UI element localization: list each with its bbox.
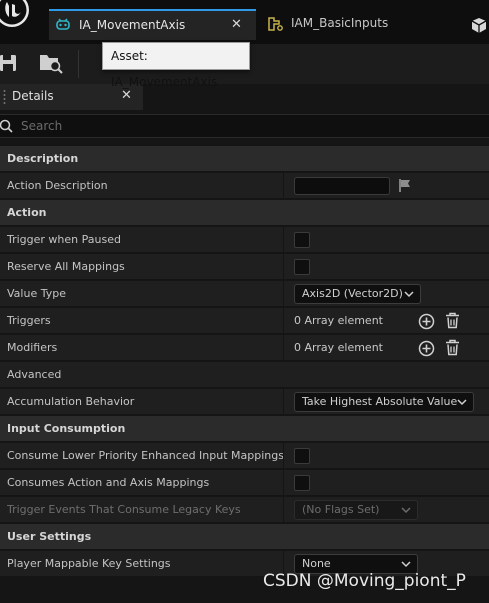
property-label: Player Mappable Key Settings [7, 557, 171, 570]
cube-icon[interactable] [470, 16, 489, 35]
chevron-down-icon [401, 507, 411, 514]
chevron-down-icon [401, 561, 411, 568]
property-label: Value Type [7, 287, 66, 300]
category-action[interactable]: Action [0, 200, 489, 226]
delete-icon[interactable] [445, 339, 460, 356]
browse-icon[interactable] [38, 51, 66, 75]
category-input-consumption[interactable]: Input Consumption [0, 416, 489, 442]
tab-iam-basicinputs[interactable]: IAM_BasicInputs [262, 9, 432, 40]
column-divider[interactable] [283, 227, 284, 253]
delete-icon[interactable] [445, 312, 460, 329]
chevron-down-icon [404, 291, 414, 298]
property-triggers: Triggers 0 Array element [0, 308, 489, 334]
column-divider[interactable] [283, 389, 284, 415]
column-divider[interactable] [283, 173, 284, 199]
column-divider[interactable] [283, 470, 284, 496]
tab-label: IA_MovementAxis [79, 18, 186, 32]
reserve-all-mappings-checkbox[interactable] [294, 259, 310, 275]
asset-tooltip: Asset: IA_MovementAxis [102, 42, 250, 89]
property-label: Trigger Events That Consume Legacy Keys [7, 503, 241, 516]
accumulation-behavior-dropdown[interactable]: Take Highest Absolute Value [294, 392, 474, 412]
search-placeholder: Search [21, 119, 63, 133]
property-trigger-events-legacy: Trigger Events That Consume Legacy Keys … [0, 497, 489, 523]
asset-tab-strip: IA_MovementAxis ✕ IAM_BasicInputs [0, 0, 489, 44]
property-label: Triggers [7, 314, 51, 327]
close-icon[interactable]: ✕ [231, 17, 242, 32]
property-modifiers: Modifiers 0 Array element [0, 335, 489, 361]
tab-label: IAM_BasicInputs [291, 16, 389, 30]
column-divider[interactable] [283, 443, 284, 469]
dropdown-value: None [302, 557, 331, 570]
category-label: Description [7, 152, 79, 165]
dropdown-value: (No Flags Set) [302, 503, 380, 516]
column-divider[interactable] [283, 308, 284, 334]
save-icon[interactable] [0, 52, 20, 74]
property-accumulation-behavior: Accumulation Behavior Take Highest Absol… [0, 389, 489, 415]
dropdown-value: Take Highest Absolute Value [302, 395, 458, 408]
chevron-down-icon [457, 399, 467, 406]
category-user-settings[interactable]: User Settings [0, 524, 489, 550]
consumes-action-axis-checkbox[interactable] [294, 475, 310, 491]
add-icon[interactable] [418, 340, 435, 357]
watermark-text: CSDN @Moving_piont_P [263, 571, 466, 591]
category-label: Action [7, 206, 47, 219]
dropdown-value: Axis2D (Vector2D) [302, 287, 403, 300]
array-count: 0 Array element [294, 341, 383, 354]
property-consume-lower-priority: Consume Lower Priority Enhanced Input Ma… [0, 443, 489, 469]
column-divider[interactable] [283, 335, 284, 361]
category-description[interactable]: Description [0, 146, 489, 172]
section-advanced[interactable]: Advanced [0, 362, 489, 388]
unreal-logo-icon[interactable] [0, 0, 36, 36]
property-label: Modifiers [7, 341, 58, 354]
search-input[interactable]: Search [0, 114, 489, 138]
property-label: Consume Lower Priority Enhanced Input Ma… [7, 449, 284, 462]
category-label: User Settings [7, 530, 92, 543]
flag-icon[interactable] [398, 178, 412, 192]
toolbar-divider [78, 50, 79, 78]
details-property-list: Description Action Description Action Tr… [0, 146, 489, 578]
property-value-type: Value Type Axis2D (Vector2D) [0, 281, 489, 307]
section-label: Advanced [7, 368, 62, 381]
trigger-when-paused-checkbox[interactable] [294, 232, 310, 248]
column-divider[interactable] [283, 254, 284, 280]
action-description-field[interactable] [294, 177, 390, 195]
input-mapping-icon [268, 17, 283, 31]
grip-icon[interactable] [2, 88, 7, 106]
array-count: 0 Array element [294, 314, 383, 327]
property-label: Trigger when Paused [7, 233, 121, 246]
panel-title: Details [12, 89, 54, 103]
category-label: Input Consumption [7, 422, 126, 435]
property-trigger-when-paused: Trigger when Paused [0, 227, 489, 253]
add-icon[interactable] [418, 313, 435, 330]
property-reserve-all-mappings: Reserve All Mappings [0, 254, 489, 280]
property-label: Accumulation Behavior [7, 395, 135, 408]
input-action-icon [56, 18, 70, 30]
consume-lower-priority-checkbox[interactable] [294, 448, 310, 464]
property-consumes-action-axis: Consumes Action and Axis Mappings [0, 470, 489, 496]
property-label: Action Description [7, 179, 108, 192]
search-icon [0, 119, 13, 133]
property-action-description: Action Description [0, 173, 489, 199]
value-type-dropdown[interactable]: Axis2D (Vector2D) [294, 284, 421, 304]
column-divider[interactable] [283, 281, 284, 307]
property-label: Reserve All Mappings [7, 260, 125, 273]
trigger-events-flags-dropdown[interactable]: (No Flags Set) [294, 500, 418, 520]
column-divider[interactable] [283, 497, 284, 523]
tab-ia-movementaxis[interactable]: IA_MovementAxis ✕ [49, 9, 256, 40]
property-label: Consumes Action and Axis Mappings [7, 476, 210, 489]
